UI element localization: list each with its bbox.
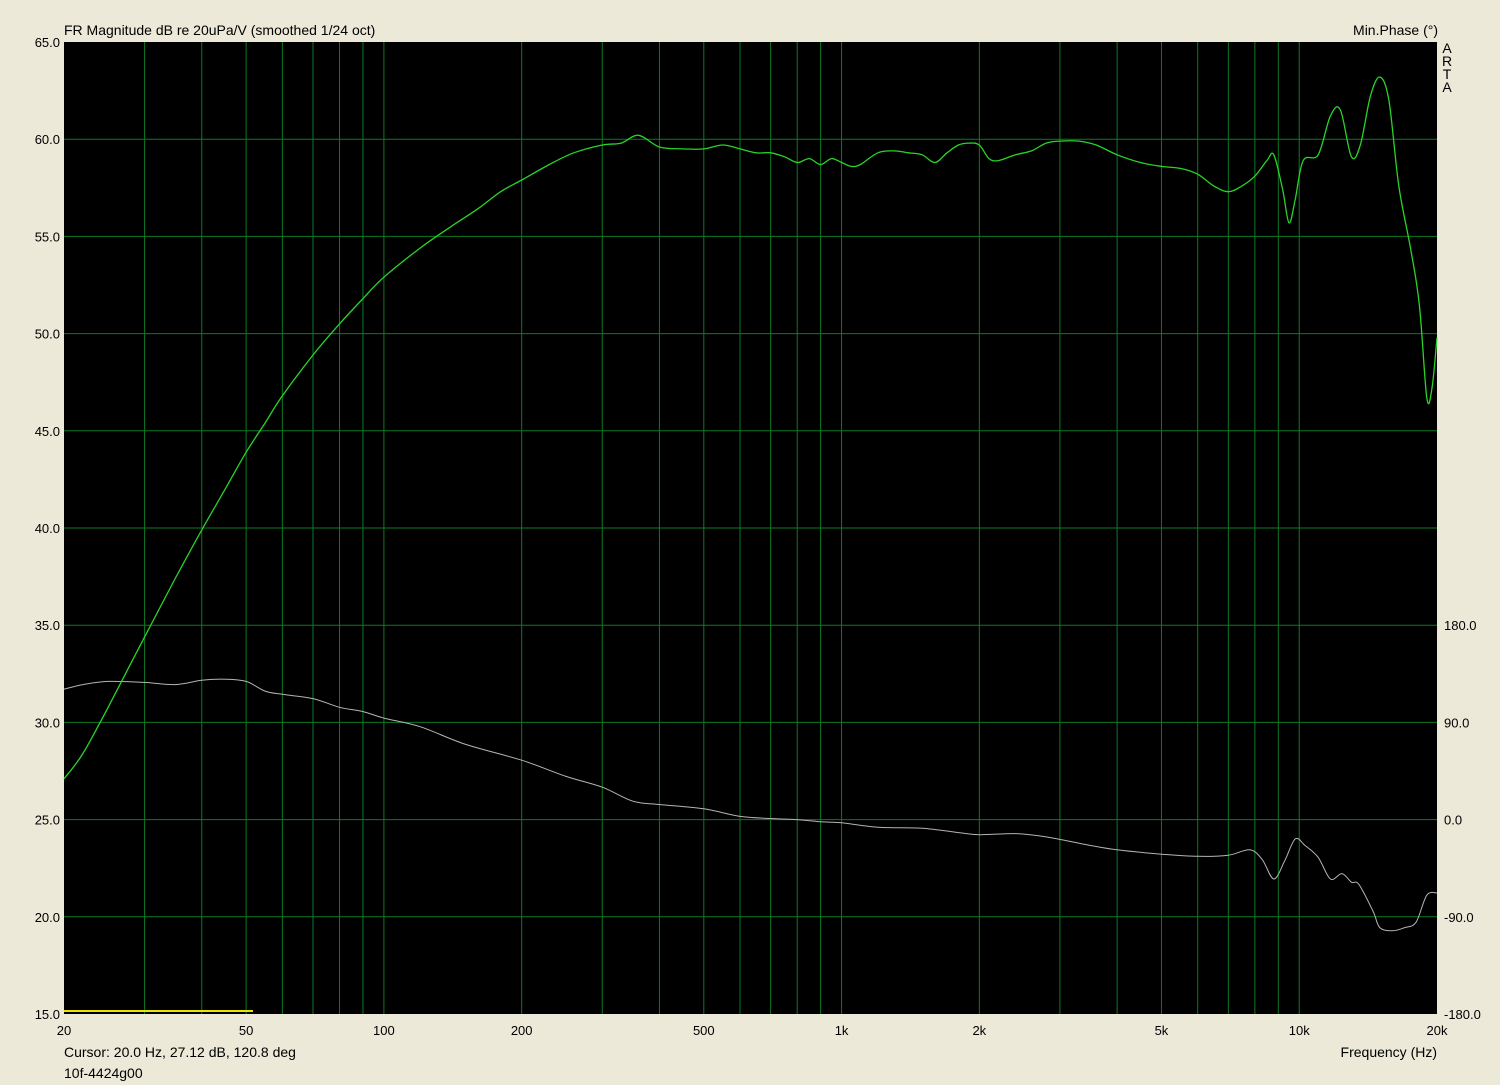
file-name: 10f-4424g00 <box>64 1065 143 1081</box>
y-tick-label: 15.0 <box>35 1007 60 1022</box>
y2-tick-label: 90.0 <box>1444 715 1469 730</box>
x-tick-label: 2k <box>972 1023 986 1038</box>
x-tick-label: 5k <box>1155 1023 1169 1038</box>
y-tick-label: 45.0 <box>35 424 60 439</box>
y-tick-label: 25.0 <box>35 813 60 828</box>
y2-tick-label: -180.0 <box>1444 1007 1481 1022</box>
x-tick-label: 500 <box>693 1023 715 1038</box>
x-tick-label: 100 <box>373 1023 395 1038</box>
y-tick-label: 60.0 <box>35 132 60 147</box>
x-tick-label: 50 <box>239 1023 253 1038</box>
y-tick-label: 30.0 <box>35 715 60 730</box>
y-tick-label: 35.0 <box>35 618 60 633</box>
y-tick-label: 40.0 <box>35 521 60 536</box>
y2-tick-label: 0.0 <box>1444 813 1462 828</box>
y-tick-label: 65.0 <box>35 35 60 50</box>
y2-tick-label: -90.0 <box>1444 910 1474 925</box>
x-tick-label: 10k <box>1289 1023 1310 1038</box>
x-axis-label: Frequency (Hz) <box>1340 1044 1437 1060</box>
cursor-readout: Cursor: 20.0 Hz, 27.12 dB, 120.8 deg <box>64 1044 296 1060</box>
y-tick-label: 20.0 <box>35 910 60 925</box>
x-tick-label: 200 <box>511 1023 533 1038</box>
x-tick-label: 20 <box>57 1023 71 1038</box>
x-tick-label: 20k <box>1427 1023 1448 1038</box>
y-tick-label: 50.0 <box>35 327 60 342</box>
y-tick-label: 55.0 <box>35 229 60 244</box>
x-tick-label: 1k <box>835 1023 849 1038</box>
y2-tick-label: 180.0 <box>1444 618 1477 633</box>
frequency-response-chart[interactable]: 15.0 20.0 25.0 30.0 35.0 40.0 45.0 50.0 55.0 60.0… <box>0 0 1500 1085</box>
